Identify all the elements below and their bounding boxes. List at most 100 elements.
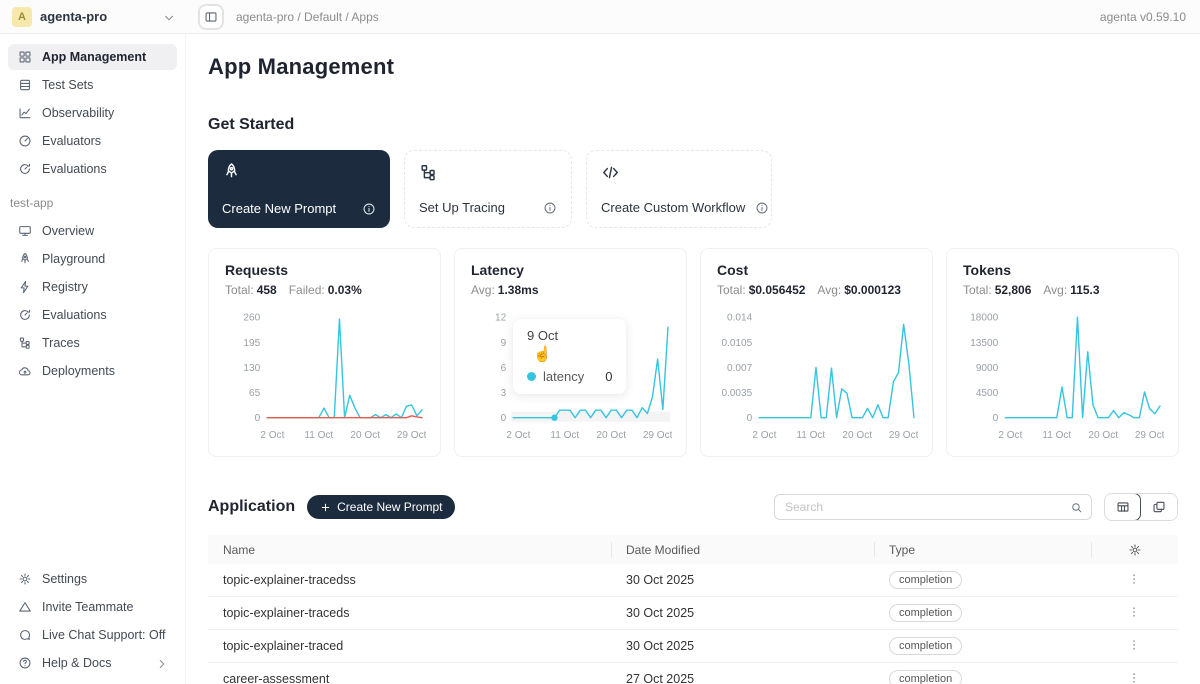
set-up-tracing-card[interactable]: Set Up Tracing [404,150,572,228]
sidebar-item-live-chat[interactable]: Live Chat Support: Off [8,622,177,648]
table-row[interactable]: topic-explainer-tracedss 30 Oct 2025 com… [208,564,1178,597]
chart-title: Tokens [963,262,1162,278]
sidebar-item-observability[interactable]: Observability [8,100,177,126]
svg-text:0: 0 [501,413,507,424]
table-row[interactable]: topic-explainer-traced 30 Oct 2025 compl… [208,630,1178,663]
stat-avg: Avg:1.38ms [471,283,539,297]
sidebar-item-evaluators[interactable]: Evaluators [8,128,177,154]
monitor-icon [18,224,32,238]
info-icon[interactable] [755,201,769,215]
sidebar-item-app-evaluations[interactable]: Evaluations [8,302,177,328]
requests-line-chart[interactable]: 0651301952602 Oct11 Oct20 Oct29 Oct [225,305,424,449]
app-date: 30 Oct 2025 [611,606,874,620]
app-name[interactable]: career-assessment [208,672,611,684]
stat-total: Total:52,806 [963,283,1031,297]
svg-text:0.014: 0.014 [727,313,753,324]
kebab-menu-icon[interactable] [1127,671,1143,684]
sidebar-item-test-sets[interactable]: Test Sets [8,72,177,98]
info-icon[interactable] [362,202,376,216]
table-row[interactable]: career-assessment 27 Oct 2025 completion [208,663,1178,684]
workspace-selector[interactable]: A agenta-pro [0,7,186,27]
sidebar-item-evaluations[interactable]: Evaluations [8,156,177,182]
svg-text:0.0035: 0.0035 [721,388,752,399]
kebab-menu-icon[interactable] [1127,605,1143,621]
sidebar-item-help-docs[interactable]: Help & Docs [8,650,177,676]
info-icon[interactable] [543,201,557,215]
search-box [774,494,1092,520]
stat-avg: Avg:$0.000123 [817,283,901,297]
sidebar-item-deployments[interactable]: Deployments [8,358,177,384]
requests-chart-card: Requests Total:458 Failed:0.03% 06513019… [208,248,441,457]
tree-icon [419,163,557,182]
sidebar-item-label: Evaluators [42,134,101,148]
type-badge: completion [889,571,962,589]
type-badge: completion [889,670,962,684]
svg-text:11 Oct: 11 Oct [1042,430,1071,441]
sidebar-item-label: Evaluations [42,308,107,322]
sidebar-item-label: Settings [42,572,87,586]
stat-failed: Failed:0.03% [289,283,362,297]
create-custom-workflow-card[interactable]: Create Custom Workflow [586,150,772,228]
app-version: agenta v0.59.10 [1100,10,1186,24]
workspace-name: agenta-pro [40,9,154,24]
table-header-row: Name Date Modified Type [208,535,1178,564]
sidebar-item-registry[interactable]: Registry [8,274,177,300]
table-rows-icon [18,78,32,92]
svg-text:195: 195 [243,338,260,349]
column-header-name[interactable]: Name [208,535,611,564]
svg-text:29 Oct: 29 Oct [643,430,672,441]
line-chart-icon [18,106,32,120]
kebab-menu-icon[interactable] [1127,572,1143,588]
svg-text:18000: 18000 [970,313,998,324]
svg-text:12: 12 [495,313,507,324]
svg-text:2 Oct: 2 Oct [506,430,530,441]
breadcrumb[interactable]: agenta-pro / Default / Apps [236,10,379,24]
stat-total: Total:458 [225,283,277,297]
svg-text:130: 130 [243,363,260,374]
column-settings-gear-icon[interactable] [1128,543,1142,557]
sidebar-item-traces[interactable]: Traces [8,330,177,356]
cloud-icon [18,364,32,378]
app-name[interactable]: topic-explainer-tracedss [208,573,611,587]
column-header-type[interactable]: Type [874,535,1091,564]
sidebar-item-label: Traces [42,336,80,350]
svg-text:2 Oct: 2 Oct [998,430,1022,441]
application-header: Application Create New Prompt [208,493,1178,521]
top-bar: A agenta-pro agenta-pro / Default / Apps… [0,0,1200,34]
sidebar-item-settings[interactable]: Settings [8,566,177,592]
gauge-icon [18,134,32,148]
svg-text:9000: 9000 [976,363,999,374]
svg-text:29 Oct: 29 Oct [397,430,426,441]
cost-line-chart[interactable]: 00.00350.0070.01050.0142 Oct11 Oct20 Oct… [717,305,916,449]
app-name[interactable]: topic-explainer-traceds [208,606,611,620]
sidebar-item-invite-teammate[interactable]: Invite Teammate [8,594,177,620]
svg-text:3: 3 [501,388,507,399]
sidebar-item-playground[interactable]: Playground [8,246,177,272]
svg-text:13500: 13500 [970,338,998,349]
create-new-prompt-card[interactable]: Create New Prompt [208,150,390,228]
sidebar-bottom: Settings Invite Teammate Live Chat Suppo… [8,566,177,678]
table-view-button[interactable] [1104,493,1141,521]
sidebar-item-label: Live Chat Support: Off [42,628,165,642]
sidebar-item-overview[interactable]: Overview [8,218,177,244]
help-circle-icon [18,656,32,670]
rocket-icon [18,252,32,266]
sidebar-toggle-button[interactable] [198,4,224,30]
app-name[interactable]: topic-explainer-traced [208,639,611,653]
sidebar-item-app-management[interactable]: App Management [8,44,177,70]
svg-text:4500: 4500 [976,388,999,399]
svg-text:2 Oct: 2 Oct [260,430,284,441]
tokens-line-chart[interactable]: 04500900013500180002 Oct11 Oct20 Oct29 O… [963,305,1162,449]
table-row[interactable]: topic-explainer-traceds 30 Oct 2025 comp… [208,597,1178,630]
create-new-prompt-button[interactable]: Create New Prompt [307,495,455,519]
stat-total: Total:$0.056452 [717,283,805,297]
column-header-date[interactable]: Date Modified [611,535,874,564]
card-view-button[interactable] [1140,494,1177,520]
type-badge: completion [889,637,962,655]
chat-bubble-icon [18,628,32,642]
svg-text:0.007: 0.007 [727,363,753,374]
svg-text:29 Oct: 29 Oct [889,430,918,441]
search-input[interactable] [785,500,1070,514]
svg-text:0: 0 [993,413,999,424]
kebab-menu-icon[interactable] [1127,638,1143,654]
